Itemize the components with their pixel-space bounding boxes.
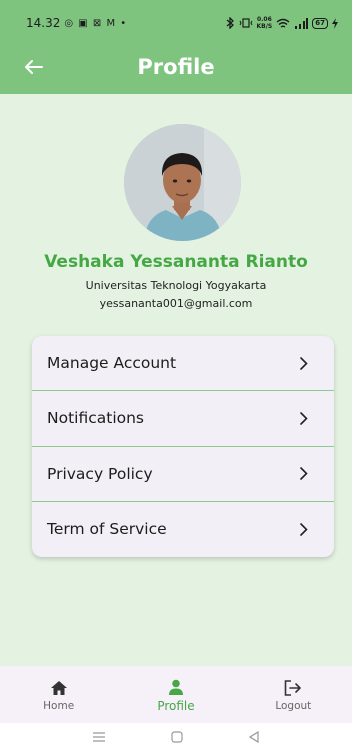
arrow-left-icon [25, 60, 43, 74]
data-rate: 0.06 KB/S [257, 16, 273, 30]
chevron-right-icon [298, 467, 310, 481]
menu-item-privacy-policy[interactable]: Privacy Policy [32, 447, 334, 502]
chevron-right-icon [298, 411, 310, 425]
data-rate-value: 0.06 [256, 16, 272, 23]
menu-item-notifications[interactable]: Notifications [32, 391, 334, 447]
menu-item-term-of-service[interactable]: Term of Service [32, 502, 334, 557]
profile-name: Veshaka Yessananta Rianto [44, 252, 308, 272]
status-right: 0.06 KB/S 67 [225, 16, 338, 30]
status-left: 14.32 ◎ ▣ ⊠ M • [26, 16, 127, 30]
chevron-right-icon [298, 356, 310, 370]
logout-icon [285, 679, 302, 696]
back-button[interactable] [18, 51, 50, 83]
home-circle-icon[interactable] [171, 731, 183, 743]
person-icon [168, 679, 183, 695]
bluetooth-icon [226, 17, 234, 29]
status-bar: 14.32 ◎ ▣ ⊠ M • 0.06 KB/S 67 [0, 0, 352, 40]
profile-email: yessananta001@gmail.com [99, 297, 253, 310]
avatar-photo [124, 124, 241, 241]
battery-icon: 67 [312, 17, 328, 29]
menu-item-manage-account[interactable]: Manage Account [32, 336, 334, 392]
back-triangle-icon[interactable] [248, 731, 260, 743]
vibrate-icon [239, 18, 252, 28]
menu-item-label: Privacy Policy [47, 464, 153, 483]
chevron-right-icon [298, 522, 310, 536]
wifi-icon [276, 18, 290, 28]
page-title: Profile [137, 55, 215, 79]
nav-logout[interactable]: Logout [235, 666, 352, 723]
settings-menu: Manage Account Notifications Privacy Pol… [32, 336, 334, 557]
nav-logout-label: Logout [275, 699, 312, 712]
profile-content: Veshaka Yessananta Rianto Universitas Te… [0, 94, 352, 666]
recent-apps-icon[interactable] [92, 732, 106, 742]
battery-level: 67 [315, 19, 325, 27]
nav-profile-label: Profile [157, 698, 195, 713]
menu-item-label: Manage Account [47, 354, 177, 373]
signal-icon [295, 17, 309, 29]
profile-university: Universitas Teknologi Yogyakarta [85, 279, 267, 292]
nav-profile[interactable]: Profile [117, 666, 234, 723]
app-bar: Profile [0, 40, 352, 94]
system-nav-bar [0, 723, 352, 751]
data-rate-unit: KB/S [256, 23, 273, 30]
status-time: 14.32 [26, 16, 61, 30]
notification-icons: ◎ ▣ ⊠ M • [64, 17, 128, 29]
menu-item-label: Notifications [47, 409, 145, 428]
nav-home[interactable]: Home [0, 666, 117, 723]
avatar [124, 124, 241, 241]
charging-icon [332, 17, 338, 29]
nav-home-label: Home [43, 699, 75, 712]
menu-item-label: Term of Service [47, 520, 167, 539]
bottom-nav: Home Profile Logout [0, 666, 352, 723]
home-icon [50, 680, 67, 695]
